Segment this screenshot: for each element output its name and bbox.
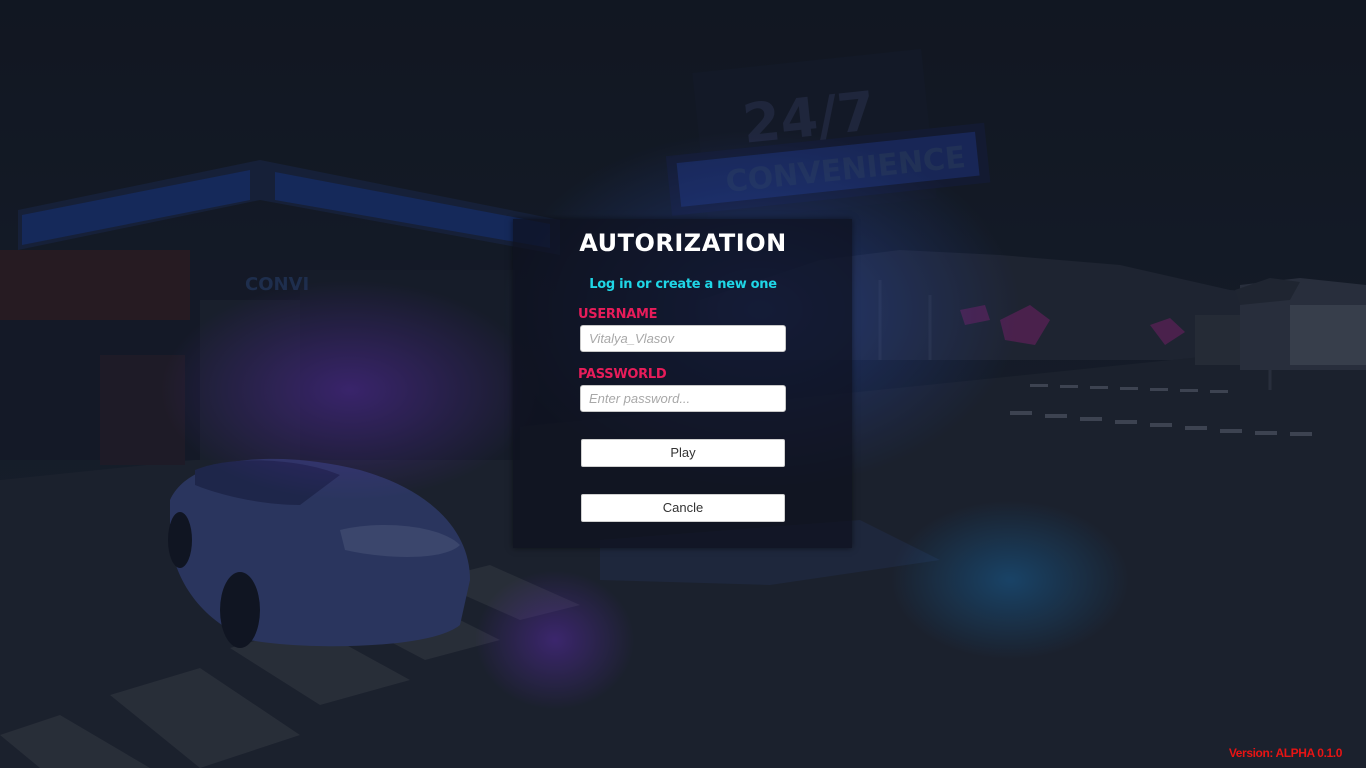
cancel-button[interactable]: Cancle [581, 494, 785, 522]
username-input[interactable] [580, 325, 786, 352]
play-button[interactable]: Play [581, 439, 785, 467]
username-label: USERNAME [578, 307, 658, 322]
version-label: Version: ALPHA 0.1.0 [1228, 746, 1343, 760]
password-label: PASSWORLD [578, 367, 667, 382]
password-input[interactable] [580, 385, 786, 412]
login-subtitle[interactable]: Log in or create a new one [0, 277, 1366, 292]
login-title: AUTORIZATION [579, 229, 787, 257]
